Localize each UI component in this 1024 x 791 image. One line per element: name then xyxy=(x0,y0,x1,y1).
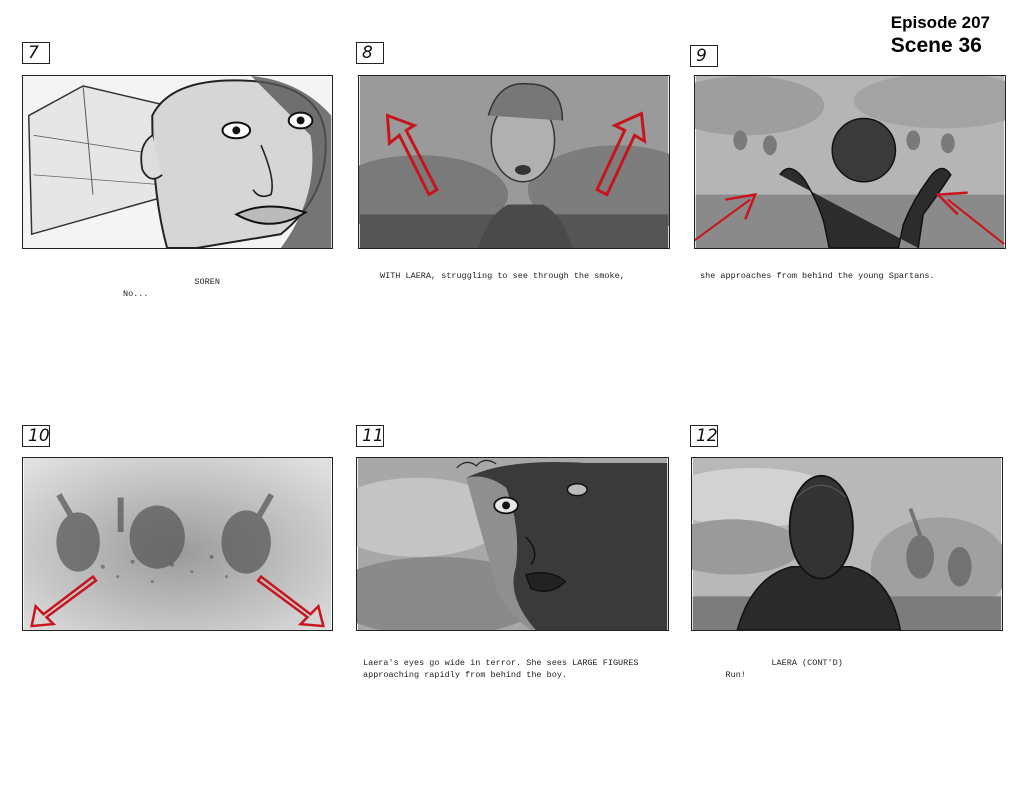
caption-line: WITH LAERA, struggling to see through th… xyxy=(380,271,625,281)
storyboard-panel-12 xyxy=(691,457,1003,631)
panel-12-caption: LAERA (CONT'D) Run! xyxy=(700,657,843,681)
panel-7-sketch xyxy=(23,76,332,248)
panel-number-10: 10 xyxy=(22,425,50,447)
panel-number-8: 8 xyxy=(356,42,384,64)
storyboard-panel-7 xyxy=(22,75,333,249)
storyboard-panel-8 xyxy=(358,75,670,249)
caption-line: LAERA (CONT'D) xyxy=(700,658,843,668)
panel-10-sketch xyxy=(23,458,332,630)
scene-label: Scene 36 xyxy=(890,34,982,57)
panel-8-sketch xyxy=(359,76,669,248)
caption-line: Run! xyxy=(700,670,746,680)
episode-label: Episode 207 xyxy=(890,13,990,32)
panel-number-11: 11 xyxy=(356,425,384,447)
caption-line: No... xyxy=(123,289,149,299)
storyboard-panel-11 xyxy=(356,457,669,631)
caption-line: approaching rapidly from behind the boy. xyxy=(363,670,568,680)
panel-12-sketch xyxy=(692,458,1002,630)
episode-scene-header: Episode 207 Scene 36 xyxy=(891,12,990,58)
caption-line: SOREN xyxy=(123,277,220,287)
panel-11-caption: Laera's eyes go wide in terror. She sees… xyxy=(363,657,638,681)
panel-number-9: 9 xyxy=(690,45,718,67)
storyboard-panel-10 xyxy=(22,457,333,631)
caption-line: she approaches from behind the young Spa… xyxy=(700,271,935,281)
panel-9-caption: she approaches from behind the young Spa… xyxy=(700,270,935,282)
caption-line: Laera's eyes go wide in terror. She sees… xyxy=(363,658,639,668)
panel-11-sketch xyxy=(357,458,668,630)
panel-8-caption: WITH LAERA, struggling to see through th… xyxy=(380,270,625,282)
storyboard-panel-9 xyxy=(694,75,1006,249)
panel-number-12: 12 xyxy=(690,425,718,447)
panel-7-caption: SOREN No... xyxy=(123,276,220,300)
panel-9-sketch xyxy=(695,76,1005,248)
panel-number-7: 7 xyxy=(22,42,50,64)
